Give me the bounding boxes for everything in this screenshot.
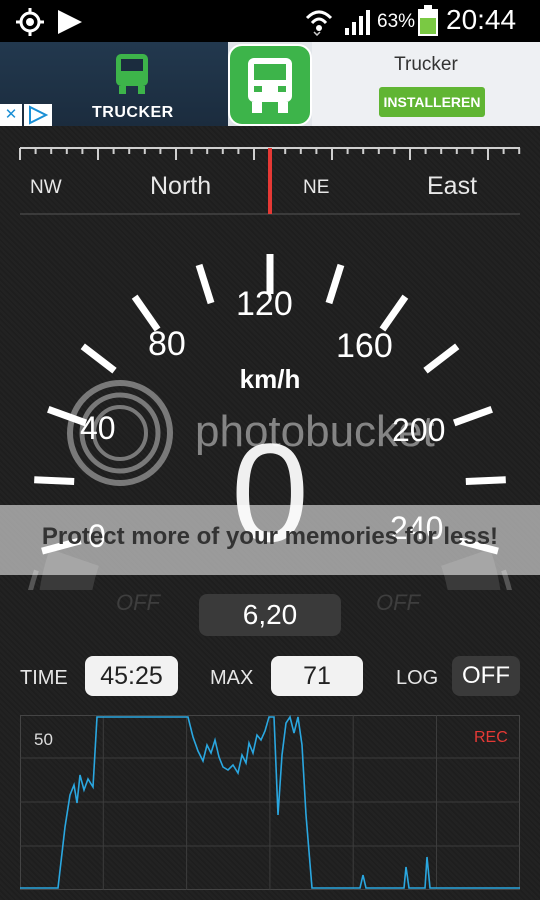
ad-close-icon[interactable]: ✕ bbox=[0, 104, 22, 126]
truck-icon bbox=[116, 54, 148, 94]
signal-icon bbox=[345, 10, 370, 35]
compass-label-north: North bbox=[150, 172, 212, 200]
trip-distance: 6,20 bbox=[199, 594, 341, 636]
speed-graph bbox=[20, 715, 520, 890]
adchoices-icon[interactable] bbox=[24, 104, 52, 126]
status-bar: 63% 20:44 bbox=[0, 0, 540, 42]
ad-brand-label: TRUCKER bbox=[92, 104, 174, 121]
left-status-off: OFF bbox=[116, 590, 160, 615]
watermark-logo: photobucket bbox=[195, 407, 435, 456]
log-label: LOG bbox=[396, 667, 439, 689]
wifi-icon bbox=[305, 10, 333, 36]
crosshair-gps-icon bbox=[16, 8, 44, 36]
right-status-off: OFF bbox=[376, 590, 420, 615]
play-icon bbox=[58, 10, 82, 34]
compass-label-ne: NE bbox=[303, 177, 330, 198]
time-label: TIME bbox=[20, 667, 68, 689]
rec-indicator: REC bbox=[474, 729, 508, 746]
battery-percent: 63% bbox=[377, 11, 416, 32]
app-icon[interactable] bbox=[228, 44, 312, 126]
compass-label-nw: NW bbox=[30, 177, 62, 198]
truck-icon bbox=[248, 58, 292, 113]
battery-icon bbox=[418, 5, 438, 36]
graph-y-label: 50 bbox=[34, 730, 53, 749]
log-toggle[interactable]: OFF bbox=[452, 656, 520, 696]
scale-label-120: 120 bbox=[236, 285, 293, 323]
gauge-tick bbox=[379, 294, 409, 332]
ad-info-panel[interactable]: Trucker INSTALLEREN bbox=[312, 42, 540, 126]
max-value[interactable]: 71 bbox=[271, 656, 363, 696]
clock: 20:44 bbox=[446, 4, 517, 35]
ad-banner[interactable]: TRUCKER Trucker INSTALLEREN bbox=[0, 42, 540, 126]
scale-label-160: 160 bbox=[336, 327, 393, 365]
time-value[interactable]: 45:25 bbox=[85, 656, 178, 696]
max-label: MAX bbox=[210, 667, 254, 689]
compass-label-east: East bbox=[427, 172, 478, 200]
heading-indicator bbox=[268, 148, 272, 214]
watermark-tagline: Protect more of your memories for less! bbox=[41, 523, 499, 550]
gauge-tick bbox=[325, 263, 345, 305]
gauge-tick bbox=[195, 263, 215, 305]
watermark-ring-icon bbox=[67, 380, 173, 486]
scale-label-80: 80 bbox=[148, 325, 186, 363]
ad-title: Trucker bbox=[394, 54, 458, 75]
install-button[interactable]: INSTALLEREN bbox=[379, 87, 485, 117]
